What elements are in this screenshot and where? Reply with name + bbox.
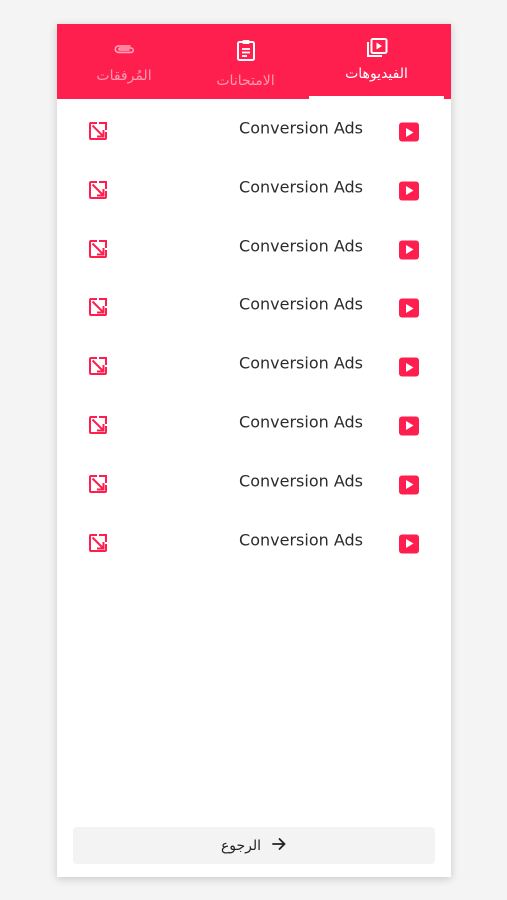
open-external-icon[interactable] [88,180,108,200]
play-icon [399,122,419,142]
list-item[interactable]: Conversion Ads [57,452,451,511]
open-external-icon[interactable] [88,415,108,435]
open-external-icon[interactable] [88,297,108,317]
open-external-icon[interactable] [88,121,108,141]
item-title: Conversion Ads [239,530,363,550]
item-title: Conversion Ads [239,471,363,491]
list-item[interactable]: Conversion Ads [57,158,451,217]
tab-attachments[interactable]: المُرفقات [57,24,191,99]
paperclip-icon [112,38,136,60]
item-title: Conversion Ads [239,353,363,373]
video-library-icon [365,37,389,59]
back-button-label: الرجوع [220,837,262,854]
play-icon [399,534,419,554]
video-list: Conversion Ads Conversion Ads Conversion… [57,99,451,569]
clipboard-icon [236,39,256,61]
play-icon [399,240,419,260]
play-icon [399,416,419,436]
list-item[interactable]: Conversion Ads [57,393,451,452]
open-external-icon[interactable] [88,474,108,494]
list-item[interactable]: Conversion Ads [57,334,451,393]
list-item[interactable]: Conversion Ads [57,275,451,334]
open-external-icon[interactable] [88,239,108,259]
list-item[interactable]: Conversion Ads [57,511,451,570]
item-title: Conversion Ads [239,236,363,256]
item-title: Conversion Ads [239,294,363,314]
back-button[interactable]: الرجوع [73,827,435,864]
tab-videos-label: الفيديوهات [345,66,408,82]
open-external-icon[interactable] [88,533,108,553]
play-icon [399,357,419,377]
item-title: Conversion Ads [239,118,363,138]
play-icon [399,298,419,318]
list-item[interactable]: Conversion Ads [57,217,451,276]
list-item[interactable]: Conversion Ads [57,99,451,158]
content-card: الفيديوهات الامتحانات المُرفقات Conversi… [57,24,451,877]
item-title: Conversion Ads [239,412,363,432]
tab-bar: الفيديوهات الامتحانات المُرفقات [57,24,451,99]
arrow-right-icon [271,836,287,855]
tab-attachments-label: المُرفقات [96,68,152,84]
play-icon [399,181,419,201]
tab-videos[interactable]: الفيديوهات [309,24,444,99]
play-icon [399,475,419,495]
tab-exams-label: الامتحانات [216,73,275,89]
open-external-icon[interactable] [88,356,108,376]
item-title: Conversion Ads [239,177,363,197]
tab-exams[interactable]: الامتحانات [180,24,311,99]
